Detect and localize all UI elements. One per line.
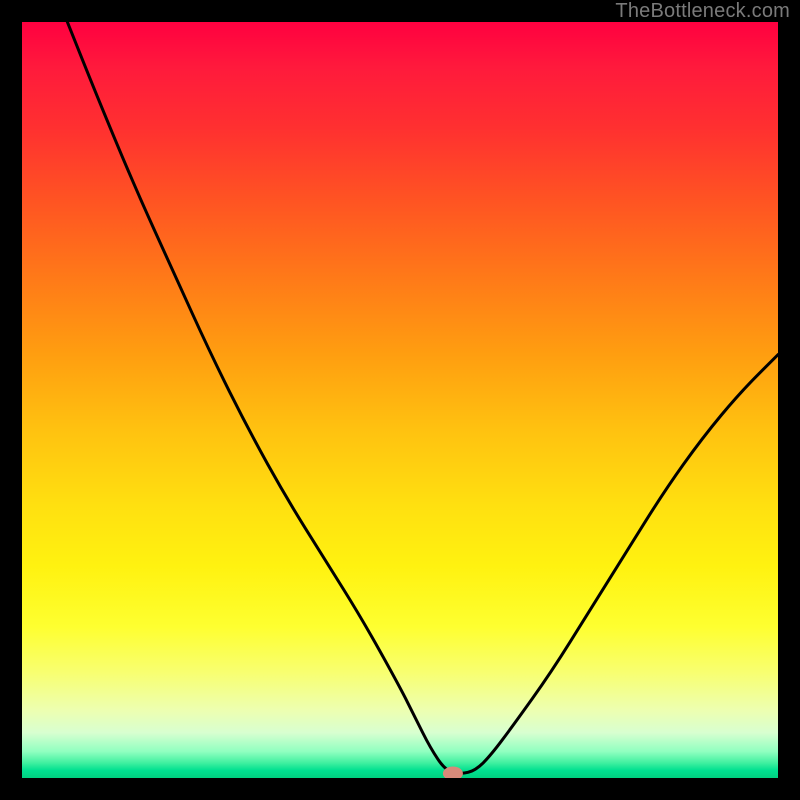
bottleneck-curve-path (67, 22, 778, 773)
bottleneck-curve (67, 22, 778, 773)
curve-layer (22, 22, 778, 778)
watermark-text: TheBottleneck.com (615, 0, 790, 23)
plot-area (22, 22, 778, 778)
chart-frame: TheBottleneck.com (0, 0, 800, 800)
